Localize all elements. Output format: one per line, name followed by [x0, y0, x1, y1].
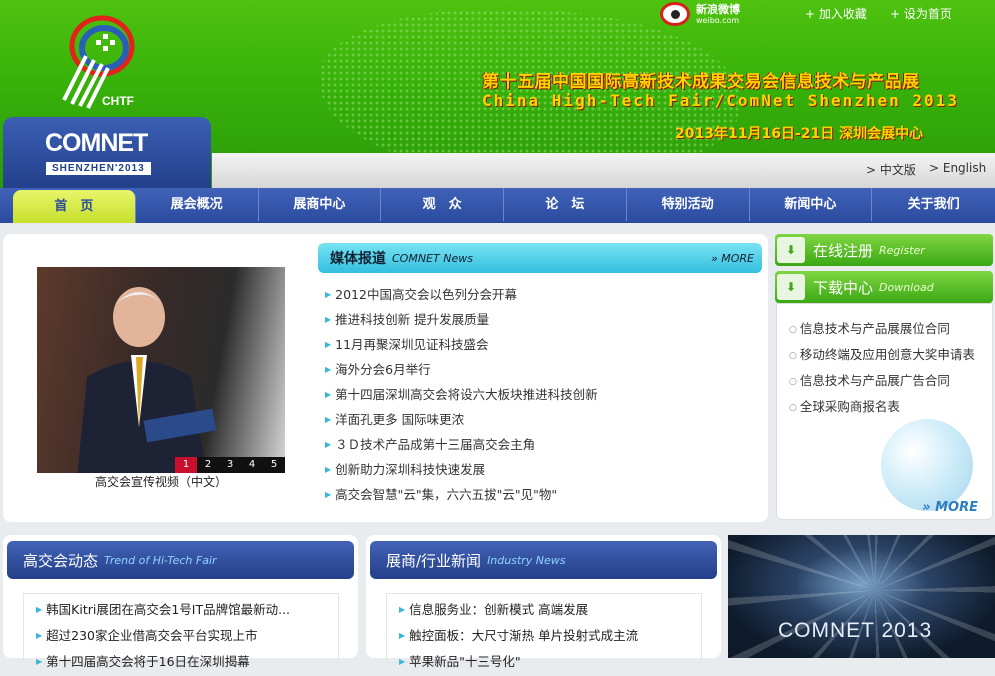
- nav-item-news[interactable]: 新闻中心: [750, 188, 873, 221]
- download-item[interactable]: 信息技术与产品展广告合同: [789, 368, 975, 394]
- hitech-trends-title-en: Trend of Hi-Tech Fair: [104, 553, 217, 567]
- industry-news-panel: 展商/行业新闻 Industry News 信息服务业：创新模式 高端发展 触控…: [366, 535, 721, 669]
- lang-english-link[interactable]: > English: [929, 161, 986, 175]
- video-pager-1[interactable]: 1: [175, 457, 197, 473]
- list-item[interactable]: 高交会智慧"云"集，六六五拔"云"见"物": [325, 482, 765, 507]
- hero-title-cn: 第十五届中国国际高新技术成果交易会信息技术与产品展: [482, 72, 920, 92]
- download-more-link[interactable]: » MORE: [922, 500, 978, 515]
- chtf-logo-text: CHTF: [102, 94, 134, 108]
- list-item[interactable]: 推进科技创新 提升发展质量: [325, 307, 765, 332]
- industry-news-header: 展商/行业新闻 Industry News: [370, 541, 717, 579]
- video-pager-5[interactable]: 5: [263, 457, 285, 473]
- download-item[interactable]: 信息技术与产品展展位合同: [789, 316, 975, 342]
- weibo-url: weibo.com: [696, 15, 740, 25]
- comnet-logo-text: COMNET: [45, 129, 148, 157]
- list-item[interactable]: 苹果新品"十三号化": [399, 650, 693, 676]
- weibo-icon: [660, 2, 690, 26]
- industry-news-title: 展商/行业新闻: [386, 551, 482, 570]
- comnet-logo[interactable]: COMNET SHENZHEN'2013: [3, 117, 211, 188]
- hitech-trends-header: 高交会动态 Trend of Hi-Tech Fair: [7, 541, 354, 579]
- set-homepage-link[interactable]: + 设为首页: [890, 5, 952, 22]
- chtf-logo-icon[interactable]: CHTF: [52, 12, 162, 110]
- video-pager-3[interactable]: 3: [219, 457, 241, 473]
- media-news-header: 媒体报道 COMNET News » MORE: [318, 243, 762, 273]
- download-label: 下载中心: [813, 278, 874, 297]
- arrow-down-icon: ⬇: [777, 237, 805, 263]
- video-news-panel: 1 2 3 4 5 高交会宣传视频（中文） 媒体报道 COMNET News »…: [3, 234, 768, 522]
- nav-item-forum[interactable]: 论 坛: [504, 188, 627, 221]
- hitech-trends-title: 高交会动态: [23, 551, 99, 570]
- hitech-trends-panel: 高交会动态 Trend of Hi-Tech Fair 韩国Kitri展团在高交…: [3, 535, 358, 669]
- nav-item-exhibitors[interactable]: 展商中心: [259, 188, 382, 221]
- list-item[interactable]: 韩国Kitri展团在高交会1号IT品牌馆最新动...: [36, 598, 330, 624]
- list-item[interactable]: 第十四届高交会将于16日在深圳揭幕: [36, 650, 330, 676]
- speaker-photo-image: [77, 287, 217, 473]
- media-news-title-en: COMNET News: [392, 251, 473, 265]
- nav-item-visitors[interactable]: 观 众: [381, 188, 504, 221]
- comnet-2013-banner-text: COMNET 2013: [778, 619, 933, 642]
- site-header: CHTF 新浪微博 weibo.com + 加入收藏 + 设为首页 第十五届中国…: [0, 0, 995, 188]
- weibo-label: 新浪微博: [696, 2, 740, 16]
- industry-news-title-en: Industry News: [487, 553, 566, 567]
- arrow-down-icon: ⬇: [777, 274, 805, 300]
- lang-chinese-link[interactable]: > 中文版: [866, 161, 916, 178]
- video-pager-2[interactable]: 2: [197, 457, 219, 473]
- register-label-en: Register: [879, 243, 925, 257]
- video-pager-4[interactable]: 4: [241, 457, 263, 473]
- list-item[interactable]: 超过230家企业借高交会平台实现上市: [36, 624, 330, 650]
- hitech-trends-list: 韩国Kitri展团在高交会1号IT品牌馆最新动... 超过230家企业借高交会平…: [23, 593, 339, 669]
- comnet-logo-sub: SHENZHEN'2013: [46, 162, 151, 175]
- video-pager: 1 2 3 4 5: [175, 457, 285, 473]
- list-item[interactable]: 2012中国高交会以色列分会开幕: [325, 282, 765, 307]
- list-item[interactable]: ３Ｄ技术产品成第十三届高交会主角: [325, 432, 765, 457]
- nav-item-overview[interactable]: 展会概况: [136, 188, 259, 221]
- register-button[interactable]: ⬇ 在线注册 Register: [775, 234, 993, 266]
- add-favorite-link[interactable]: + 加入收藏: [805, 5, 867, 22]
- list-item[interactable]: 创新助力深圳科技快速发展: [325, 457, 765, 482]
- main-nav: 首 页 展会概况 展商中心 观 众 论 坛 特别活动 新闻中心 关于我们: [0, 188, 995, 223]
- nav-item-home[interactable]: 首 页: [13, 190, 136, 223]
- industry-news-list: 信息服务业：创新模式 高端发展 触控面板：大尺寸渐热 单片投射式成主流 苹果新品…: [386, 593, 702, 669]
- globe-icon: [881, 419, 973, 511]
- list-item[interactable]: 海外分会6月举行: [325, 357, 765, 382]
- download-item[interactable]: 全球采购商报名表: [789, 394, 975, 420]
- download-label-en: Download: [879, 280, 934, 294]
- nav-item-special-events[interactable]: 特别活动: [627, 188, 750, 221]
- list-item[interactable]: 触控面板：大尺寸渐热 单片投射式成主流: [399, 624, 693, 650]
- nav-item-about[interactable]: 关于我们: [872, 188, 995, 221]
- hero-title-en: China High-Tech Fair/ComNet Shenzhen 201…: [482, 91, 959, 110]
- download-item[interactable]: 移动终端及应用创意大奖申请表: [789, 342, 975, 368]
- download-list: 信息技术与产品展展位合同 移动终端及应用创意大奖申请表 信息技术与产品展广告合同…: [789, 316, 975, 420]
- media-news-list: 2012中国高交会以色列分会开幕 推进科技创新 提升发展质量 11月再聚深圳见证…: [325, 282, 765, 507]
- list-item[interactable]: 洋面孔更多 国际味更浓: [325, 407, 765, 432]
- promo-video-player[interactable]: 1 2 3 4 5: [37, 267, 285, 473]
- comnet-2013-banner[interactable]: COMNET 2013: [728, 535, 995, 658]
- media-news-more-link[interactable]: » MORE: [711, 252, 754, 265]
- register-label: 在线注册: [813, 241, 874, 260]
- list-item[interactable]: 信息服务业：创新模式 高端发展: [399, 598, 693, 624]
- video-caption[interactable]: 高交会宣传视频（中文）: [37, 473, 285, 490]
- list-item[interactable]: 11月再聚深圳见证科技盛会: [325, 332, 765, 357]
- sidebar: ⬇ 在线注册 Register ⬇ 下载中心 Download 信息技术与产品展…: [775, 234, 995, 522]
- hero-date: 2013年11月16日-21日 深圳会展中心: [675, 126, 924, 142]
- list-item[interactable]: 第十四届深圳高交会将设六大板块推进科技创新: [325, 382, 765, 407]
- download-center-button[interactable]: ⬇ 下载中心 Download: [775, 271, 993, 303]
- media-news-title: 媒体报道: [330, 251, 386, 267]
- download-list-box: 信息技术与产品展展位合同 移动终端及应用创意大奖申请表 信息技术与产品展广告合同…: [776, 303, 993, 520]
- weibo-link[interactable]: 新浪微博 weibo.com: [660, 2, 740, 26]
